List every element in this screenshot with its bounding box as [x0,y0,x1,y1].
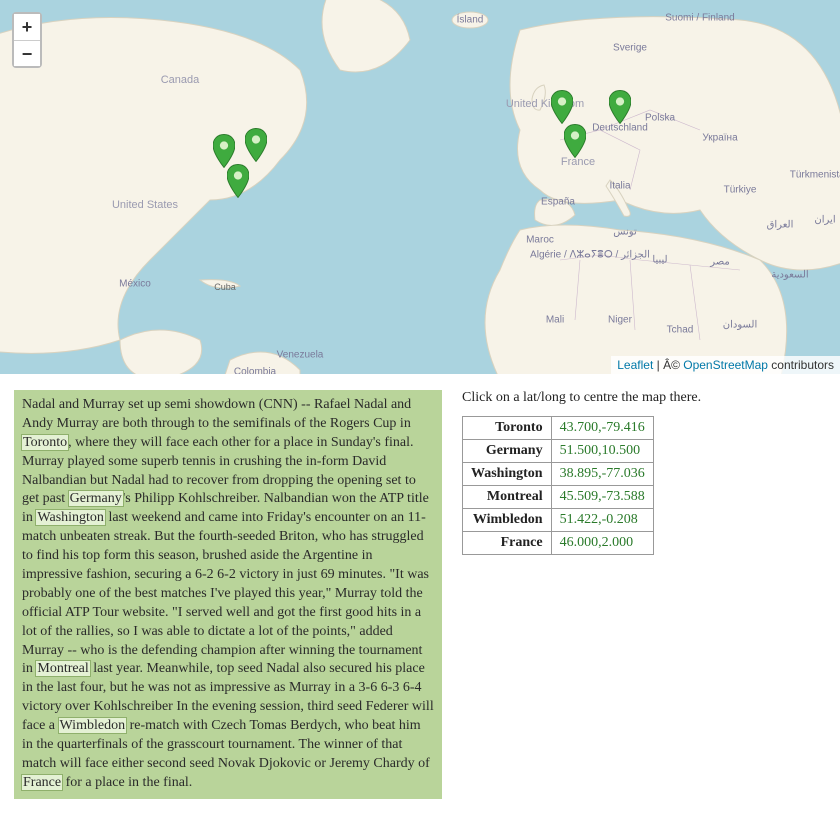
coords-name: Wimbledon [463,509,552,532]
coords-row: Germany51.500,10.500 [463,440,654,463]
coords-name: Montreal [463,486,552,509]
label-tunis: تونس [613,227,636,238]
coords-row: Wimbledon51.422,-0.208 [463,509,654,532]
label-cuba: Cuba [214,282,236,292]
label-espana: España [541,197,575,208]
highlight-germany[interactable]: Germany [69,491,123,506]
label-mali: Mali [546,315,564,326]
label-colombia: Colombia [234,367,276,375]
coords-instruction: Click on a lat/long to centre the map th… [462,390,826,406]
label-usa: United States [112,199,178,211]
coords-latlong[interactable]: 38.895,-77.036 [551,463,653,486]
label-libya: ليبيا [652,255,667,266]
zoom-in-button[interactable]: + [14,14,40,40]
coords-table: Toronto43.700,-79.416Germany51.500,10.50… [462,416,654,555]
coords-row: Toronto43.700,-79.416 [463,417,654,440]
label-sudan: السودان [723,320,758,331]
label-saudi: السعودية [771,270,808,281]
coords-latlong[interactable]: 51.422,-0.208 [551,509,653,532]
map-tiles[interactable] [0,0,840,374]
zoom-out-button[interactable]: − [14,40,40,66]
coords-latlong[interactable]: 43.700,-79.416 [551,417,653,440]
map-marker[interactable] [245,128,267,162]
highlight-france[interactable]: France [22,775,62,790]
coords-row: Washington38.895,-77.036 [463,463,654,486]
coords-row: France46.000,2.000 [463,532,654,555]
coords-name: Germany [463,440,552,463]
map-marker[interactable] [564,124,586,158]
highlight-montreal[interactable]: Montreal [36,661,89,676]
article-text: Nadal and Murray set up semi showdown (C… [14,390,442,799]
label-niger: Niger [608,315,632,326]
coords-latlong[interactable]: 45.509,-73.588 [551,486,653,509]
label-chad: Tchad [667,325,694,336]
map-attribution: Leaflet | Â© OpenStreetMap contributors [611,356,840,374]
label-italia: Italia [609,181,630,192]
coords-name: Toronto [463,417,552,440]
coords-latlong[interactable]: 46.000,2.000 [551,532,653,555]
map-marker[interactable] [213,134,235,168]
label-suomi: Suomi / Finland [665,13,734,24]
leaflet-link[interactable]: Leaflet [617,358,653,372]
coords-name: France [463,532,552,555]
osm-link[interactable]: OpenStreetMap [683,358,768,372]
label-canada: Canada [161,74,200,86]
label-algerie: Algérie / ⴷⵣⴰⵢⴻⵔ / الجزائر [530,250,650,261]
highlight-wimbledon[interactable]: Wimbledon [59,718,127,733]
map-marker[interactable] [227,164,249,198]
coords-latlong[interactable]: 51.500,10.500 [551,440,653,463]
map-marker[interactable] [609,90,631,124]
label-egypt: مصر [710,257,730,268]
label-polska: Polska [645,113,675,124]
label-iceland: Ísland [457,15,484,26]
label-mexico: México [119,279,151,290]
coords-name: Washington [463,463,552,486]
label-venezuela: Venezuela [277,350,324,361]
label-deutschland: Deutschland [592,123,648,134]
coords-row: Montreal45.509,-73.588 [463,486,654,509]
label-maroc: Maroc [526,235,554,246]
label-iraq: العراق [767,220,794,231]
map-marker[interactable] [551,90,573,124]
map-container[interactable]: Ísland Suomi / Finland Sverige United Ki… [0,0,840,374]
label-iran: ایران [814,215,835,226]
label-turkiye: Türkiye [724,185,757,196]
highlight-toronto[interactable]: Toronto [22,435,68,450]
label-turkmen: Türkmenistan [790,170,840,181]
highlight-washington[interactable]: Washington [36,510,105,525]
label-sverige: Sverige [613,43,647,54]
label-ukraine: Україна [702,133,737,144]
zoom-controls: + − [12,12,42,68]
